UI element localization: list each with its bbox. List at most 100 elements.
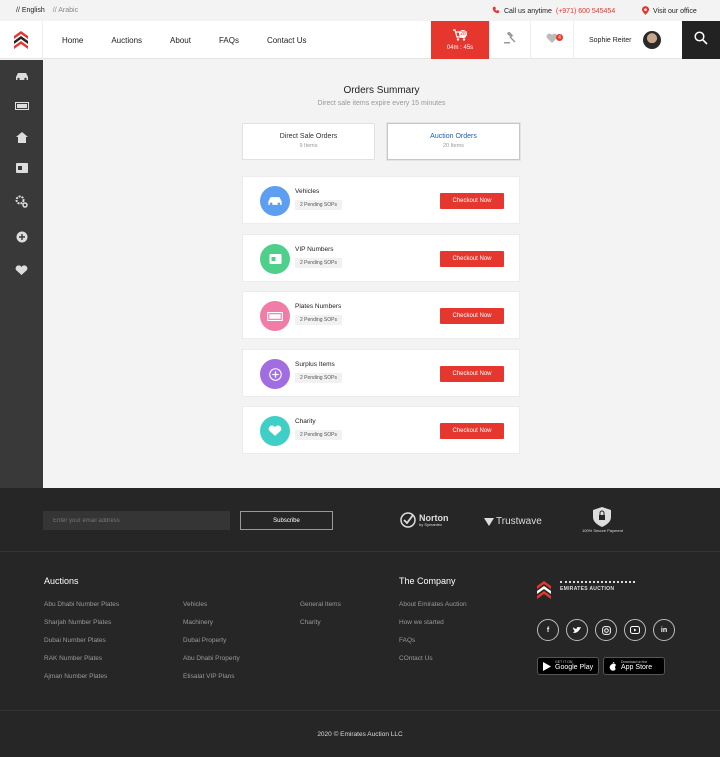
tab-direct-sale-orders[interactable]: Direct Sale Orders 9 Items [242,123,375,160]
trustwave-badge: Trustwave [484,516,542,527]
footer-link[interactable]: Abu Dhabi Property [183,655,240,662]
nav-faqs[interactable]: FAQs [219,36,239,45]
tab-label: Auction Orders [430,133,477,140]
footer-link[interactable]: Abu Dhabi Number Plates [44,601,119,608]
favorites-button[interactable]: 4 [531,21,574,59]
checkout-now-button[interactable]: Checkout Now [440,308,504,324]
pending-sops-badge: 2 Pending SOPs [295,430,342,440]
category-circle [260,244,290,274]
app-store-label: App Store [621,664,653,672]
facebook-link[interactable]: f [537,619,559,641]
category-circle [260,359,290,389]
heart-hands-icon [268,425,282,436]
footer-logo [537,581,551,604]
checkout-now-button[interactable]: Checkout Now [440,366,504,382]
heart-hands-icon [15,264,28,275]
secure-caption: 100% Secure Payment [582,528,623,533]
tab-label: Direct Sale Orders [279,133,338,140]
footer-link[interactable]: Vehicles [183,601,207,608]
plate-icon [14,102,29,110]
emirates-auction-logo-icon [14,31,28,49]
user-menu[interactable]: Sophie Reiter [589,21,662,59]
call-info: Call us anytime (+971) 600 545454 [492,6,615,16]
checkout-now-button[interactable]: Checkout Now [440,251,504,267]
sidebar-item-vehicles[interactable] [0,60,43,92]
search-button[interactable] [682,21,720,59]
cart-button[interactable]: 28 04m : 45s [431,21,489,59]
trustwave-logo-icon [484,517,494,526]
call-number-link[interactable]: (+971) 600 545454 [556,8,615,15]
checkout-now-button[interactable]: Checkout Now [440,193,504,209]
footer-link[interactable]: FAQs [399,637,415,644]
tab-auction-orders[interactable]: Auction Orders 20 Items [387,123,520,160]
nav-contact-us[interactable]: Contact Us [267,36,307,45]
sidebar-item-plates[interactable] [0,90,43,122]
google-play-label: Google Play [555,664,594,672]
lang-arabic-link[interactable]: // Arabic [53,7,78,14]
my-bids-button[interactable] [489,21,531,59]
order-category-name: Surplus Items [295,361,335,368]
footer-link[interactable]: Ajman Number Plates [44,673,107,680]
footer-link[interactable]: General Items [300,601,341,608]
footer-link[interactable]: Etisalat VIP Plans [183,673,235,680]
trustwave-brand: Trustwave [496,516,542,527]
footer: Subscribe Norton by Symantec Trustwave 1… [0,488,720,757]
visit-office-label: Visit our office [653,8,697,15]
cart-timer: 04m : 45s [446,45,474,51]
footer-link[interactable]: Charity [300,619,321,626]
order-category-name: Charity [295,418,316,425]
sidebar-item-surplus[interactable] [0,221,43,253]
nav-about[interactable]: About [170,36,191,45]
subscribe-row: Subscribe Norton by Symantec Trustwave 1… [0,488,720,552]
sidebar-item-machinery[interactable] [0,185,43,217]
footer-link[interactable]: How we started [399,619,444,626]
instagram-icon [601,625,611,635]
instagram-link[interactable] [595,619,617,641]
google-play-button[interactable]: GET IT ON Google Play [537,657,599,675]
secure-payment-badge: 100% Secure Payment [582,507,623,533]
search-icon [694,30,708,50]
brand-name: EMIRATES AUCTION [560,586,615,592]
call-label: Call us anytime [504,7,552,15]
pending-sops-badge: 2 Pending SOPs [295,258,342,268]
category-circle [260,301,290,331]
footer-link[interactable]: RAK Number Plates [44,655,102,662]
checkout-now-button[interactable]: Checkout Now [440,423,504,439]
gavel-icon [504,31,516,49]
order-card-vehicles: Vehicles 2 Pending SOPs Checkout Now [242,176,520,224]
tab-count: 9 Items [299,143,318,149]
facebook-icon: f [546,626,550,634]
apple-icon [609,661,616,671]
email-field[interactable] [43,511,230,530]
copyright: 2020 © Emirates Auction LLC [0,710,720,738]
cart-count-badge: 28 [459,30,467,38]
car-icon [268,197,282,206]
footer-link[interactable]: Sharjah Number Plates [44,619,111,626]
linkedin-link[interactable]: in [653,619,675,641]
arabic-wordmark [560,581,635,584]
footer-link[interactable]: Dubai Number Plates [44,637,106,644]
subscribe-button[interactable]: Subscribe [240,511,333,530]
twitter-link[interactable] [566,619,588,641]
app-store-button[interactable]: Download on the App Store [603,657,665,675]
logo[interactable] [0,21,43,59]
nav-home[interactable]: Home [62,36,83,45]
lang-english-link[interactable]: // English [16,7,45,14]
main-header: Home Auctions About FAQs Contact Us 28 0… [0,21,720,59]
footer-link[interactable]: Machinery [183,619,213,626]
order-category-name: VIP Numbers [295,246,334,253]
language-switcher: // English // Arabic [16,7,78,14]
footer-link[interactable]: COntact Us [399,655,433,662]
footer-link[interactable]: Dubai Property [183,637,226,644]
visit-office-link[interactable]: Visit our office [642,6,697,17]
sidebar-item-property[interactable] [0,121,43,153]
nav-auctions[interactable]: Auctions [111,36,142,45]
plate-icon [267,311,283,321]
main-content: Orders Summary Direct sale items expire … [43,60,720,488]
sidebar-item-vip-numbers[interactable] [0,152,43,184]
footer-link[interactable]: About Emirates Auction [399,601,467,608]
youtube-icon [630,626,640,634]
shield-lock-icon [593,507,612,527]
youtube-link[interactable] [624,619,646,641]
sidebar-item-charity[interactable] [0,254,43,286]
